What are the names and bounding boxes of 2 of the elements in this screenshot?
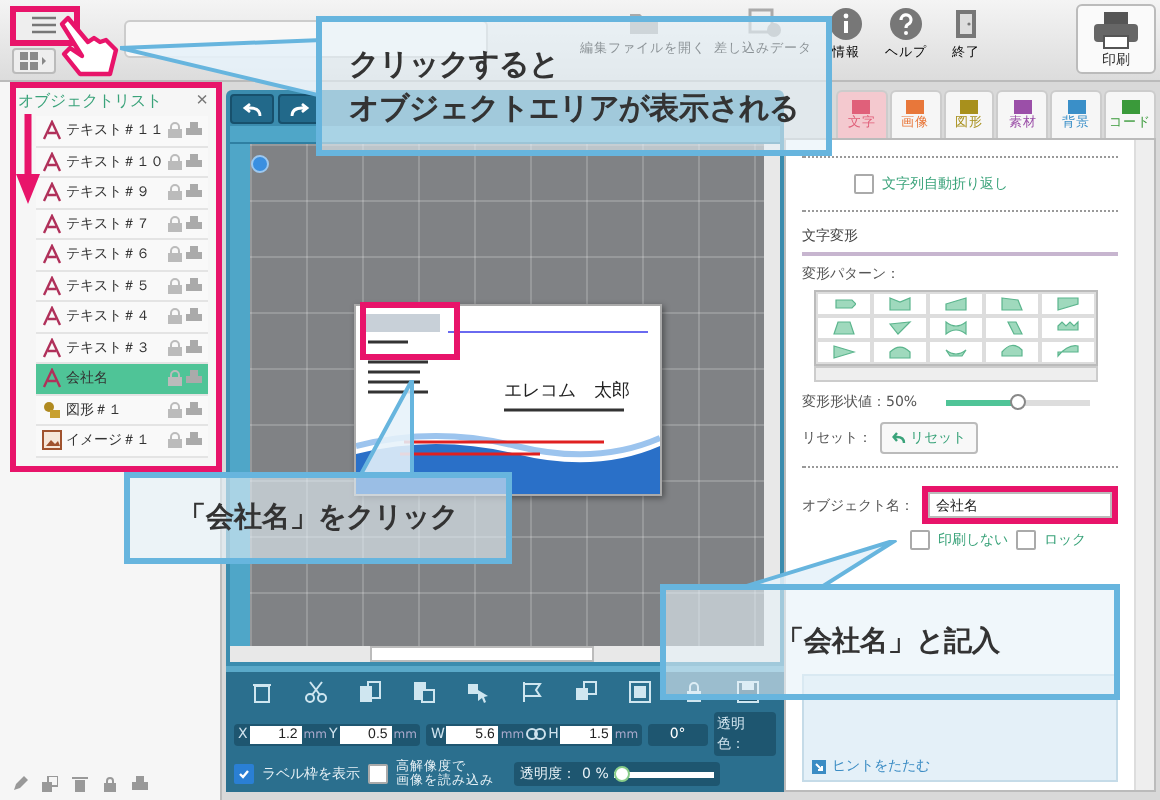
panel-title: オブジェクトリスト (18, 90, 162, 112)
card-name-text: エレコム 太郎 (504, 379, 630, 404)
